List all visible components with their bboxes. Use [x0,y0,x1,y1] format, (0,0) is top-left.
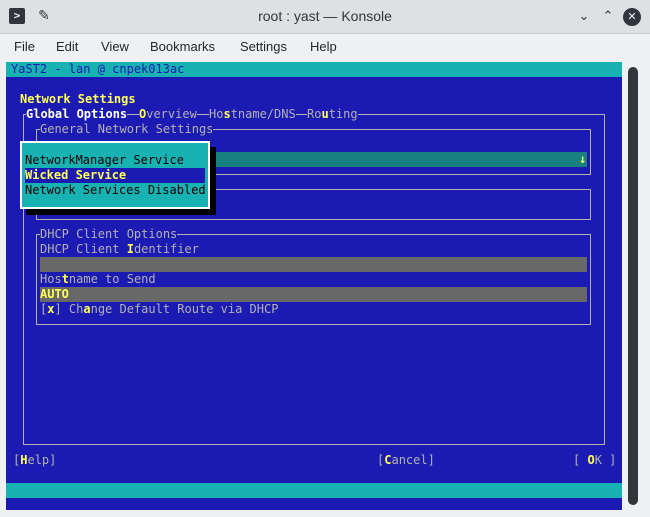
window-title: root : yast — Konsole [258,8,392,24]
close-icon[interactable]: ✕ [623,8,641,26]
default-route-checkbox[interactable]: [x] Change Default Route via DHCP [40,302,278,317]
yast-footer-bar [6,483,622,498]
menu-settings[interactable]: Settings [240,34,287,60]
option-disabled[interactable]: Network Services Disabled [25,183,206,198]
option-wicked[interactable]: Wicked Service [25,168,205,183]
hostname-input[interactable]: AUTO [40,287,587,302]
general-settings-frame-title: General Network Settings [40,122,214,137]
menu-file[interactable]: File [14,34,35,60]
window-titlebar: > ✎ root : yast — Konsole ⌄ ⌃ ✕ [0,0,650,34]
hostname-value: AUTO [40,287,69,301]
dhcp-identifier-label: DHCP Client Identifier [40,242,199,256]
yast-header-bar: YaST2 - lan @ cnpek013ac [6,62,622,77]
dhcp-frame-title: DHCP Client Options [40,227,178,242]
help-button[interactable]: [Help] [13,453,56,468]
tab-overview[interactable]: Overview [139,107,197,122]
menu-help[interactable]: Help [310,34,337,60]
terminal-area[interactable]: YaST2 - lan @ cnpek013ac Network Setting… [6,62,622,510]
scrollbar[interactable] [623,62,644,510]
tab-global-options[interactable]: Global Options [26,107,128,122]
dhcp-identifier-input[interactable] [40,257,587,272]
option-networkmanager[interactable]: NetworkManager Service [25,153,205,168]
yast-header: YaST2 - lan @ cnpek013ac [11,62,185,76]
network-setup-dropdown: NetworkManager Service Wicked Service Ne… [20,141,210,209]
combobox-arrow-icon[interactable]: ↓ [579,152,587,167]
tab-routing[interactable]: Routing [307,107,358,122]
maximize-icon[interactable]: ⌃ [599,8,617,26]
hostname-label: Hostname to Send [40,272,156,286]
page-title: Network Settings [20,92,136,106]
menu-view[interactable]: View [101,34,129,60]
menubar: File Edit View Bookmarks Settings Help [0,34,650,60]
scrollbar-thumb[interactable] [628,67,638,505]
menu-bookmarks[interactable]: Bookmarks [150,34,215,60]
minimize-icon[interactable]: ⌄ [575,8,593,26]
menu-edit[interactable]: Edit [56,34,78,60]
tab-hostname-dns[interactable]: Hostname/DNS [209,107,296,122]
cancel-button[interactable]: [Cancel] [377,453,435,468]
ok-button[interactable]: [ OK ] [573,453,616,468]
